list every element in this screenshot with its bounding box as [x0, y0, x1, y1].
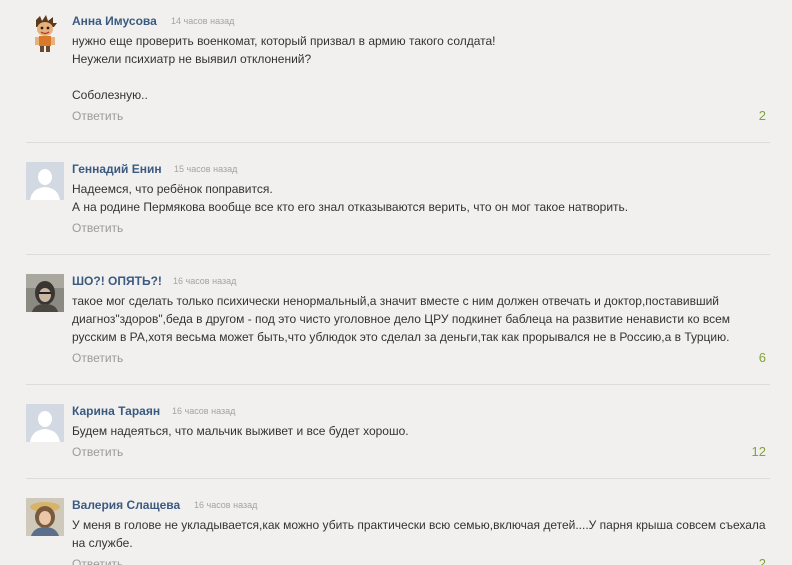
comment-text: такое мог сделать только психически нено… [72, 292, 772, 346]
comment-line: диагноз"здоров",беда в другом - под это … [72, 312, 730, 326]
default-user-icon [26, 404, 64, 442]
comment-line: Надеемся, что ребёнок поправится. [72, 182, 273, 196]
reply-link[interactable]: Ответить [72, 445, 123, 459]
comment-item: Карина Тараян 16 часов назад Будем надея… [0, 404, 792, 474]
comment-item: ШО?! ОПЯТЬ?! 16 часов назад такое мог сд… [0, 274, 792, 374]
comment-time: 15 часов назад [174, 164, 238, 174]
avatar[interactable] [26, 274, 64, 312]
author-name[interactable]: Анна Имусова [72, 14, 157, 28]
avatar[interactable] [26, 404, 64, 442]
replies-count[interactable]: 2 [759, 557, 766, 565]
comment-line: на службе. [72, 536, 133, 550]
comment-line: Будем надеяться, что мальчик выживет и в… [72, 424, 409, 438]
comment-time: 16 часов назад [172, 406, 236, 416]
replies-count[interactable]: 2 [759, 109, 766, 123]
author-name[interactable]: Геннадий Енин [72, 162, 162, 176]
default-user-icon [26, 162, 64, 200]
photo-avatar-icon [26, 274, 64, 312]
author-name[interactable]: Карина Тараян [72, 404, 160, 418]
divider [26, 142, 770, 143]
replies-count[interactable]: 12 [752, 445, 766, 459]
comment-time: 14 часов назад [171, 16, 235, 26]
comment-text: нужно еще проверить военкомат, который п… [72, 32, 772, 104]
reply-link[interactable]: Ответить [72, 351, 123, 365]
comment-item: Валерия Слащева 16 часов назад У меня в … [0, 498, 792, 565]
comment-list: Анна Имусова 14 часов назад нужно еще пр… [0, 0, 792, 565]
avatar[interactable] [26, 162, 64, 200]
comment-item: Анна Имусова 14 часов назад нужно еще пр… [0, 14, 792, 134]
replies-count[interactable]: 6 [759, 351, 766, 365]
comment-line-blank [72, 68, 772, 86]
divider [26, 478, 770, 479]
avatar[interactable] [26, 14, 64, 52]
reply-link[interactable]: Ответить [72, 109, 123, 123]
photo-avatar-icon [26, 498, 64, 536]
comment-line: нужно еще проверить военкомат, который п… [72, 34, 496, 48]
comment-text: Надеемся, что ребёнок поправится. А на р… [72, 180, 772, 216]
comment-time: 16 часов назад [173, 276, 237, 286]
divider [26, 254, 770, 255]
comment-line: У меня в голове не укладывается,как можн… [72, 518, 766, 532]
comment-text: Будем надеяться, что мальчик выживет и в… [72, 422, 772, 440]
cartoon-avatar-icon [26, 14, 64, 52]
author-name[interactable]: ШО?! ОПЯТЬ?! [72, 274, 162, 288]
comment-line: русским в РА,хотя весьма может быть,что … [72, 330, 730, 344]
comment-line: А на родине Пермякова вообще все кто его… [72, 200, 629, 214]
divider [26, 384, 770, 385]
reply-link[interactable]: Ответить [72, 557, 123, 565]
author-name[interactable]: Валерия Слащева [72, 498, 180, 512]
reply-link[interactable]: Ответить [72, 221, 123, 235]
comment-line: такое мог сделать только психически нено… [72, 294, 719, 308]
comment-text: У меня в голове не укладывается,как можн… [72, 516, 772, 552]
comment-time: 16 часов назад [194, 500, 258, 510]
comment-line: Соболезную.. [72, 88, 148, 102]
comment-item: Геннадий Енин 15 часов назад Надеемся, ч… [0, 162, 792, 242]
comment-line: Неужели психиатр не выявил отклонений? [72, 52, 312, 66]
avatar[interactable] [26, 498, 64, 536]
